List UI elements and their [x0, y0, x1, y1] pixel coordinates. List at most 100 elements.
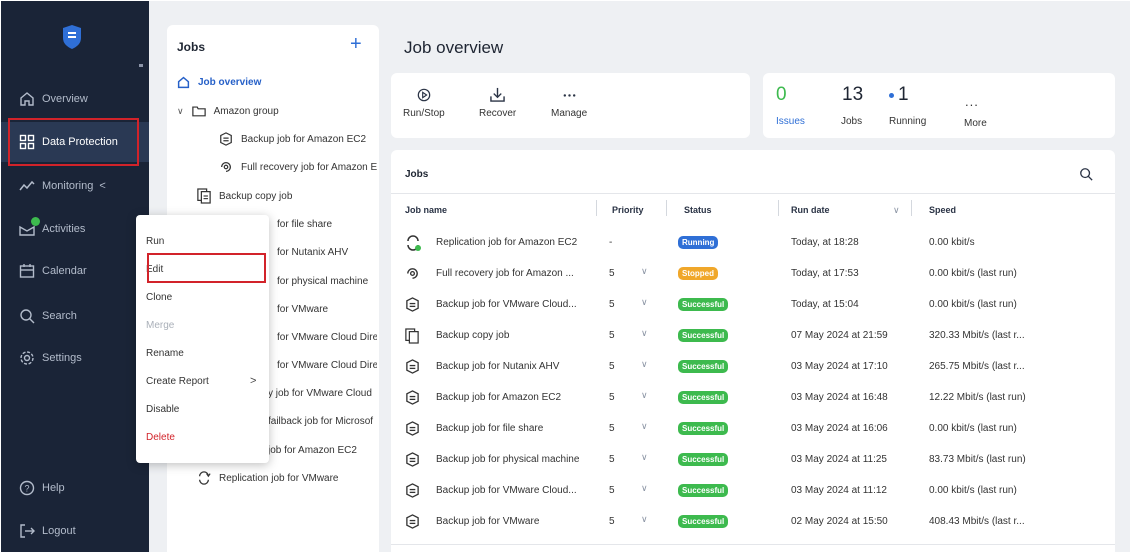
chevron-down-icon[interactable]: ∨ [641, 514, 648, 525]
stats-card: 0 Issues 13 Jobs 1 Running ... More [763, 73, 1115, 138]
tree-item-label: Backup copy job [219, 190, 293, 202]
folder-icon [191, 106, 206, 117]
chevron-down-icon[interactable]: ∨ [641, 359, 648, 370]
tree-item-vmware[interactable]: for VMware [277, 298, 377, 320]
tree-item-label: Backup job for Amazon EC2 [241, 133, 367, 145]
run-date-cell: 03 May 2024 at 17:10 [791, 361, 888, 372]
jobs-table: Jobs Job name Priority Status Run date ∨… [391, 150, 1115, 553]
download-icon [490, 87, 505, 102]
menu-item-create-report[interactable]: Create Report [146, 376, 209, 387]
sidebar-item-overview[interactable]: Overview [1, 79, 149, 119]
tree-item-replication-vmware[interactable]: Replication job for VMware [197, 467, 377, 489]
tree-item-full-recovery[interactable]: Full recovery job for Amazon E [219, 156, 379, 178]
status-badge: Successful [678, 515, 729, 528]
chevron-down-icon[interactable]: ∨ [641, 390, 648, 401]
table-row[interactable]: Backup job for VMware Cloud... 5 ∨ Successf… [391, 478, 1115, 504]
sort-chevron-icon[interactable]: ∨ [893, 205, 900, 216]
chart-line-icon [19, 180, 35, 191]
tree-item-backup-copy[interactable]: Backup copy job [197, 185, 377, 207]
tree-item-nutanix[interactable]: for Nutanix AHV [277, 241, 377, 263]
table-row[interactable]: Full recovery job for Amazon ... 5 ∨ Stoppe… [391, 261, 1115, 287]
column-separator[interactable] [911, 200, 912, 216]
tree-item-vmware-cloud-1[interactable]: for VMware Cloud Direc [277, 326, 377, 348]
more-icon[interactable]: ... [965, 94, 979, 109]
recover-button[interactable]: Recover [479, 87, 516, 119]
sidebar-item-monitoring[interactable]: Monitoring < [1, 166, 149, 206]
column-separator[interactable] [778, 200, 779, 216]
priority-cell: 5 [609, 361, 615, 372]
column-separator[interactable] [596, 200, 597, 216]
run-stop-button[interactable]: Run/Stop [403, 88, 445, 119]
run-date-cell: Today, at 15:04 [791, 299, 859, 310]
add-job-button[interactable]: + [350, 33, 362, 56]
menu-item-run[interactable]: Run [146, 236, 164, 247]
sidebar-item-label: Overview [42, 93, 88, 105]
tree-item-physical[interactable]: for physical machine [277, 270, 377, 292]
chevron-down-icon[interactable]: ∨ [641, 483, 648, 494]
backup-icon [405, 452, 420, 470]
column-separator[interactable] [666, 200, 667, 216]
table-row[interactable]: Replication job for Amazon EC2 - Running To… [391, 230, 1115, 256]
chevron-down-icon[interactable]: ∨ [641, 452, 648, 463]
speed-cell: 12.22 Mbit/s (last run) [929, 392, 1026, 403]
chevron-down-icon[interactable]: ∨ [641, 328, 648, 339]
tree-item-file-share[interactable]: for file share [277, 213, 377, 235]
job-name-cell: Backup job for VMware Cloud... [436, 485, 577, 496]
help-icon: ? [19, 480, 35, 496]
menu-item-rename[interactable]: Rename [146, 348, 184, 359]
column-header-priority[interactable]: Priority [612, 205, 644, 215]
chevron-down-icon[interactable]: ∨ [641, 266, 648, 277]
tree-item-label: for file share [277, 218, 333, 230]
tree-item-job-overview[interactable]: Job overview [177, 71, 377, 93]
job-name-cell: Full recovery job for Amazon ... [436, 268, 574, 279]
menu-item-clone[interactable]: Clone [146, 292, 172, 303]
tree-item-label: Job overview [198, 76, 262, 88]
table-row[interactable]: Backup job for Nutanix AHV 5 ∨ Successful 03… [391, 354, 1115, 380]
copy-icon [197, 188, 211, 204]
tree-item-backup-ec2[interactable]: Backup job for Amazon EC2 [219, 128, 379, 150]
table-row[interactable]: Backup job for physical machine 5 ∨ Success… [391, 447, 1115, 473]
column-header-job-name[interactable]: Job name [405, 205, 447, 215]
sidebar-item-help[interactable]: ? Help [1, 468, 149, 508]
table-row[interactable]: Backup job for Amazon EC2 5 ∨ Successful 03 … [391, 385, 1115, 411]
table-row[interactable]: Backup job for VMware 5 ∨ Successful 02 May … [391, 509, 1115, 535]
chevron-down-icon[interactable]: ∨ [641, 297, 648, 308]
chevron-down-icon[interactable]: ∨ [641, 421, 648, 432]
notification-dot [31, 217, 40, 226]
sidebar-item-settings[interactable]: Settings [1, 338, 149, 378]
job-name-cell: Backup copy job [436, 330, 510, 341]
backup-icon [405, 390, 420, 408]
column-header-run-date[interactable]: Run date [791, 205, 830, 215]
sidebar-item-calendar[interactable]: Calendar [1, 251, 149, 291]
tree-item-label: for Nutanix AHV [277, 246, 349, 258]
tree-item-vmware-cloud-2[interactable]: for VMware Cloud Direc [277, 354, 377, 376]
more-label[interactable]: More [964, 118, 987, 129]
chevron-down-icon[interactable]: ∨ [177, 106, 184, 117]
sidebar-item-search[interactable]: Search [1, 296, 149, 336]
sidebar-item-activities[interactable]: Activities [1, 209, 149, 249]
table-row[interactable]: Backup job for file share 5 ∨ Successful 03 … [391, 416, 1115, 442]
issues-label[interactable]: Issues [776, 116, 805, 127]
status-badge: Successful [678, 391, 729, 404]
tree-item-label: for VMware Cloud Direc [277, 359, 377, 371]
table-row[interactable]: Backup copy job 5 ∨ Successful 07 May 2024 a… [391, 323, 1115, 349]
table-title: Jobs [405, 169, 429, 180]
manage-button[interactable]: Manage [551, 87, 587, 119]
tree-item-amazon-group[interactable]: ∨ Amazon group [177, 100, 377, 122]
sidebar-item-label: Activities [42, 223, 86, 235]
column-header-status[interactable]: Status [684, 205, 712, 215]
tree-item-job-amazon[interactable]: job for Amazon EC2 [268, 439, 377, 461]
tree-item-vmware-cloud-3[interactable]: y job for VMware Cloud [268, 382, 377, 404]
menu-item-delete[interactable]: Delete [146, 432, 175, 443]
sidebar-item-logout[interactable]: Logout [1, 511, 149, 551]
search-icon[interactable] [1079, 167, 1093, 181]
running-count: 1 [898, 84, 909, 105]
priority-cell: 5 [609, 485, 615, 496]
tree-item-failback[interactable]: failback job for Microsof [268, 410, 377, 432]
status-badge: Running [678, 236, 719, 249]
tree-title: Jobs [177, 40, 206, 54]
tool-label: Run/Stop [403, 108, 445, 119]
column-header-speed[interactable]: Speed [929, 205, 956, 215]
menu-item-disable[interactable]: Disable [146, 404, 179, 415]
table-row[interactable]: Backup job for VMware Cloud... 5 ∨ Successf… [391, 292, 1115, 318]
